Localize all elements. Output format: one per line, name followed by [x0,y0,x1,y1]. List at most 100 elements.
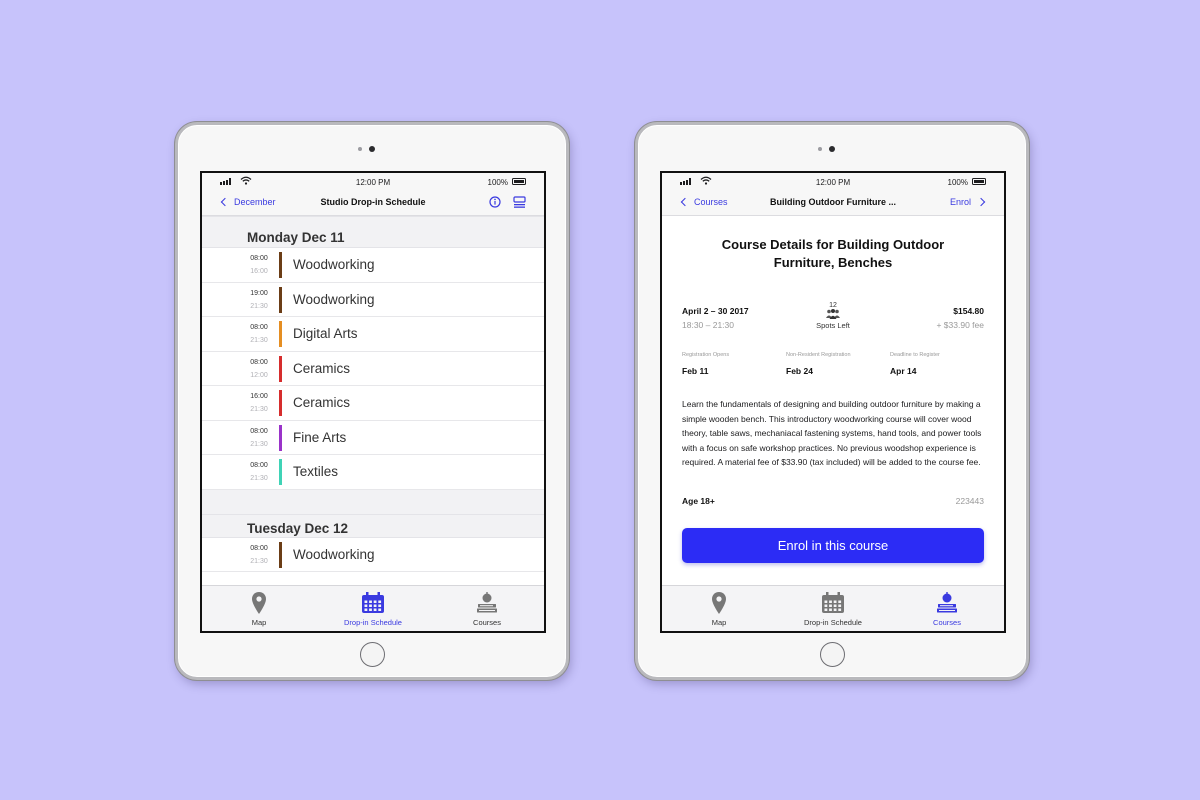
session-name: Digital Arts [293,326,358,341]
session-color-bar [279,390,282,416]
session-end-time: 21:30 [250,475,268,482]
course-fee: + $33.90 fee [936,320,984,330]
session-row[interactable]: 08:00 21:30 Textiles [202,455,544,490]
registration-label: Registration Opens [682,352,730,358]
session-row[interactable]: 08:00 12:00 Ceramics [202,351,544,386]
session-start-time: 16:00 [250,393,268,400]
screen-schedule: 12:00 PM 100% December Studio Drop-in Sc… [200,171,546,633]
session-end-time: 16:00 [250,268,268,275]
session-name: Woodworking [293,546,375,562]
registration-value: Feb 11 [682,366,709,376]
registration-dates: Registration Opens Feb 11 Non-Resident R… [682,352,984,382]
course-title: Course Details for Building Outdoor Furn… [721,237,945,270]
course-details: Course Details for Building Outdoor Furn… [662,216,1004,585]
status-bar: 12:00 PM 100% [662,173,1004,191]
registration-label: Deadline to Register [890,352,940,358]
session-color-bar [279,286,282,313]
course-code: 223443 [955,496,984,506]
tuesday-sessions: 08:00 21:30 Woodworking [202,537,544,572]
session-start-time: 08:00 [250,462,268,469]
screen-course-details: 12:00 PM 100% Courses Building Outdoor F… [660,171,1006,633]
people-icon [826,309,840,319]
battery-icon [972,178,986,185]
tab-label: Drop-in Schedule [344,618,402,627]
battery-icon [512,178,526,185]
tab-label: Drop-in Schedule [804,618,862,627]
course-price: $154.80 [953,306,984,316]
session-start-time: 08:00 [250,544,268,552]
status-bar: 12:00 PM 100% [202,173,544,191]
chevron-right-icon [976,197,986,207]
tab-drop-in-schedule[interactable]: Drop-in Schedule [776,586,890,631]
session-end-time: 21:30 [250,440,268,448]
day-spacer [202,489,544,514]
apple-books-icon [476,592,498,618]
non-resident-registration: Non-Resident Registration Feb 24 [786,352,886,376]
battery-percent: 100% [947,178,968,187]
session-start-time: 08:00 [250,358,268,366]
session-name: Textiles [293,464,339,479]
session-color-bar [279,459,282,485]
tab-label: Map [251,618,267,627]
session-start-time: 19:00 [250,289,268,297]
session-end-time: 21:30 [250,557,268,565]
session-row[interactable]: 08:00 21:30 Woodworking [202,537,544,572]
session-name: Woodworking [293,257,375,272]
tablet-schedule: 12:00 PM 100% December Studio Drop-in Sc… [175,122,569,680]
session-color-bar [279,252,282,278]
session-end-time: 21:30 [250,406,268,413]
enrol-nav-label: Enrol [949,197,971,207]
front-camera [369,146,375,152]
registration-value: Apr 14 [890,366,917,376]
tab-drop-in-schedule[interactable]: Drop-in Schedule [316,586,430,631]
registration-value: Feb 24 [786,366,813,376]
registration-deadline: Deadline to Register Apr 14 [890,352,990,376]
day-header-monday: Monday Dec 11 [202,224,544,248]
session-row[interactable]: 08:00 21:30 Digital Arts [202,317,544,352]
tablet-course-details: 12:00 PM 100% Courses Building Outdoor F… [635,122,1029,680]
battery-percent: 100% [487,178,508,187]
home-button[interactable] [819,642,845,667]
session-name: Ceramics [293,360,351,376]
list-icon[interactable] [513,196,526,208]
course-summary: April 2 – 30 2017 18:30 – 21:30 12 Spots… [682,302,984,346]
calendar-icon [361,592,385,618]
front-sensor [818,147,822,151]
tab-label: Map [711,618,727,627]
session-end-time: 21:30 [250,337,268,344]
tab-map[interactable]: Map [662,586,776,631]
calendar-icon [821,592,845,618]
session-color-bar [279,424,282,451]
session-name: Fine Arts [293,429,347,445]
schedule-list[interactable]: Monday Dec 11 08:00 16:00 Woodworking 19:00… [202,216,544,585]
enrol-button[interactable]: Enrol in this course [682,528,984,563]
day-spacer [202,216,544,224]
session-row[interactable]: 19:00 21:30 Woodworking [202,282,544,317]
day-header-tuesday: Tuesday Dec 12 [202,513,544,538]
info-icon[interactable] [489,196,501,208]
session-color-bar [279,321,282,347]
spots-count: 12 [829,302,837,309]
navigation-bar: December Studio Drop-in Schedule [202,191,544,216]
apple-books-icon [936,592,958,618]
tab-bar: Map Drop-in Schedule Courses [202,585,544,631]
session-name: Ceramics [293,395,351,410]
home-button[interactable] [359,642,385,667]
session-row[interactable]: 16:00 21:30 Ceramics [202,386,544,421]
tab-courses[interactable]: Courses [890,586,1004,631]
tab-bar: Map Drop-in Schedule Courses [662,585,1004,631]
session-color-bar [279,541,282,568]
map-pin-icon [252,592,266,618]
tab-courses[interactable]: Courses [430,586,544,631]
tab-label: Courses [933,618,961,627]
tab-map[interactable]: Map [202,586,316,631]
session-row[interactable]: 08:00 21:30 Fine Arts [202,420,544,455]
session-start-time: 08:00 [250,427,268,435]
session-end-time: 12:00 [250,371,268,379]
session-start-time: 08:00 [250,255,268,262]
course-description: Learn the fundamentals of designing and … [682,399,982,468]
enrol-nav-button[interactable]: Enrol [949,197,986,207]
session-end-time: 21:30 [250,302,268,310]
monday-sessions: 08:00 16:00 Woodworking 19:00 21:30 Woodworki… [202,248,544,490]
session-row[interactable]: 08:00 16:00 Woodworking [202,248,544,283]
